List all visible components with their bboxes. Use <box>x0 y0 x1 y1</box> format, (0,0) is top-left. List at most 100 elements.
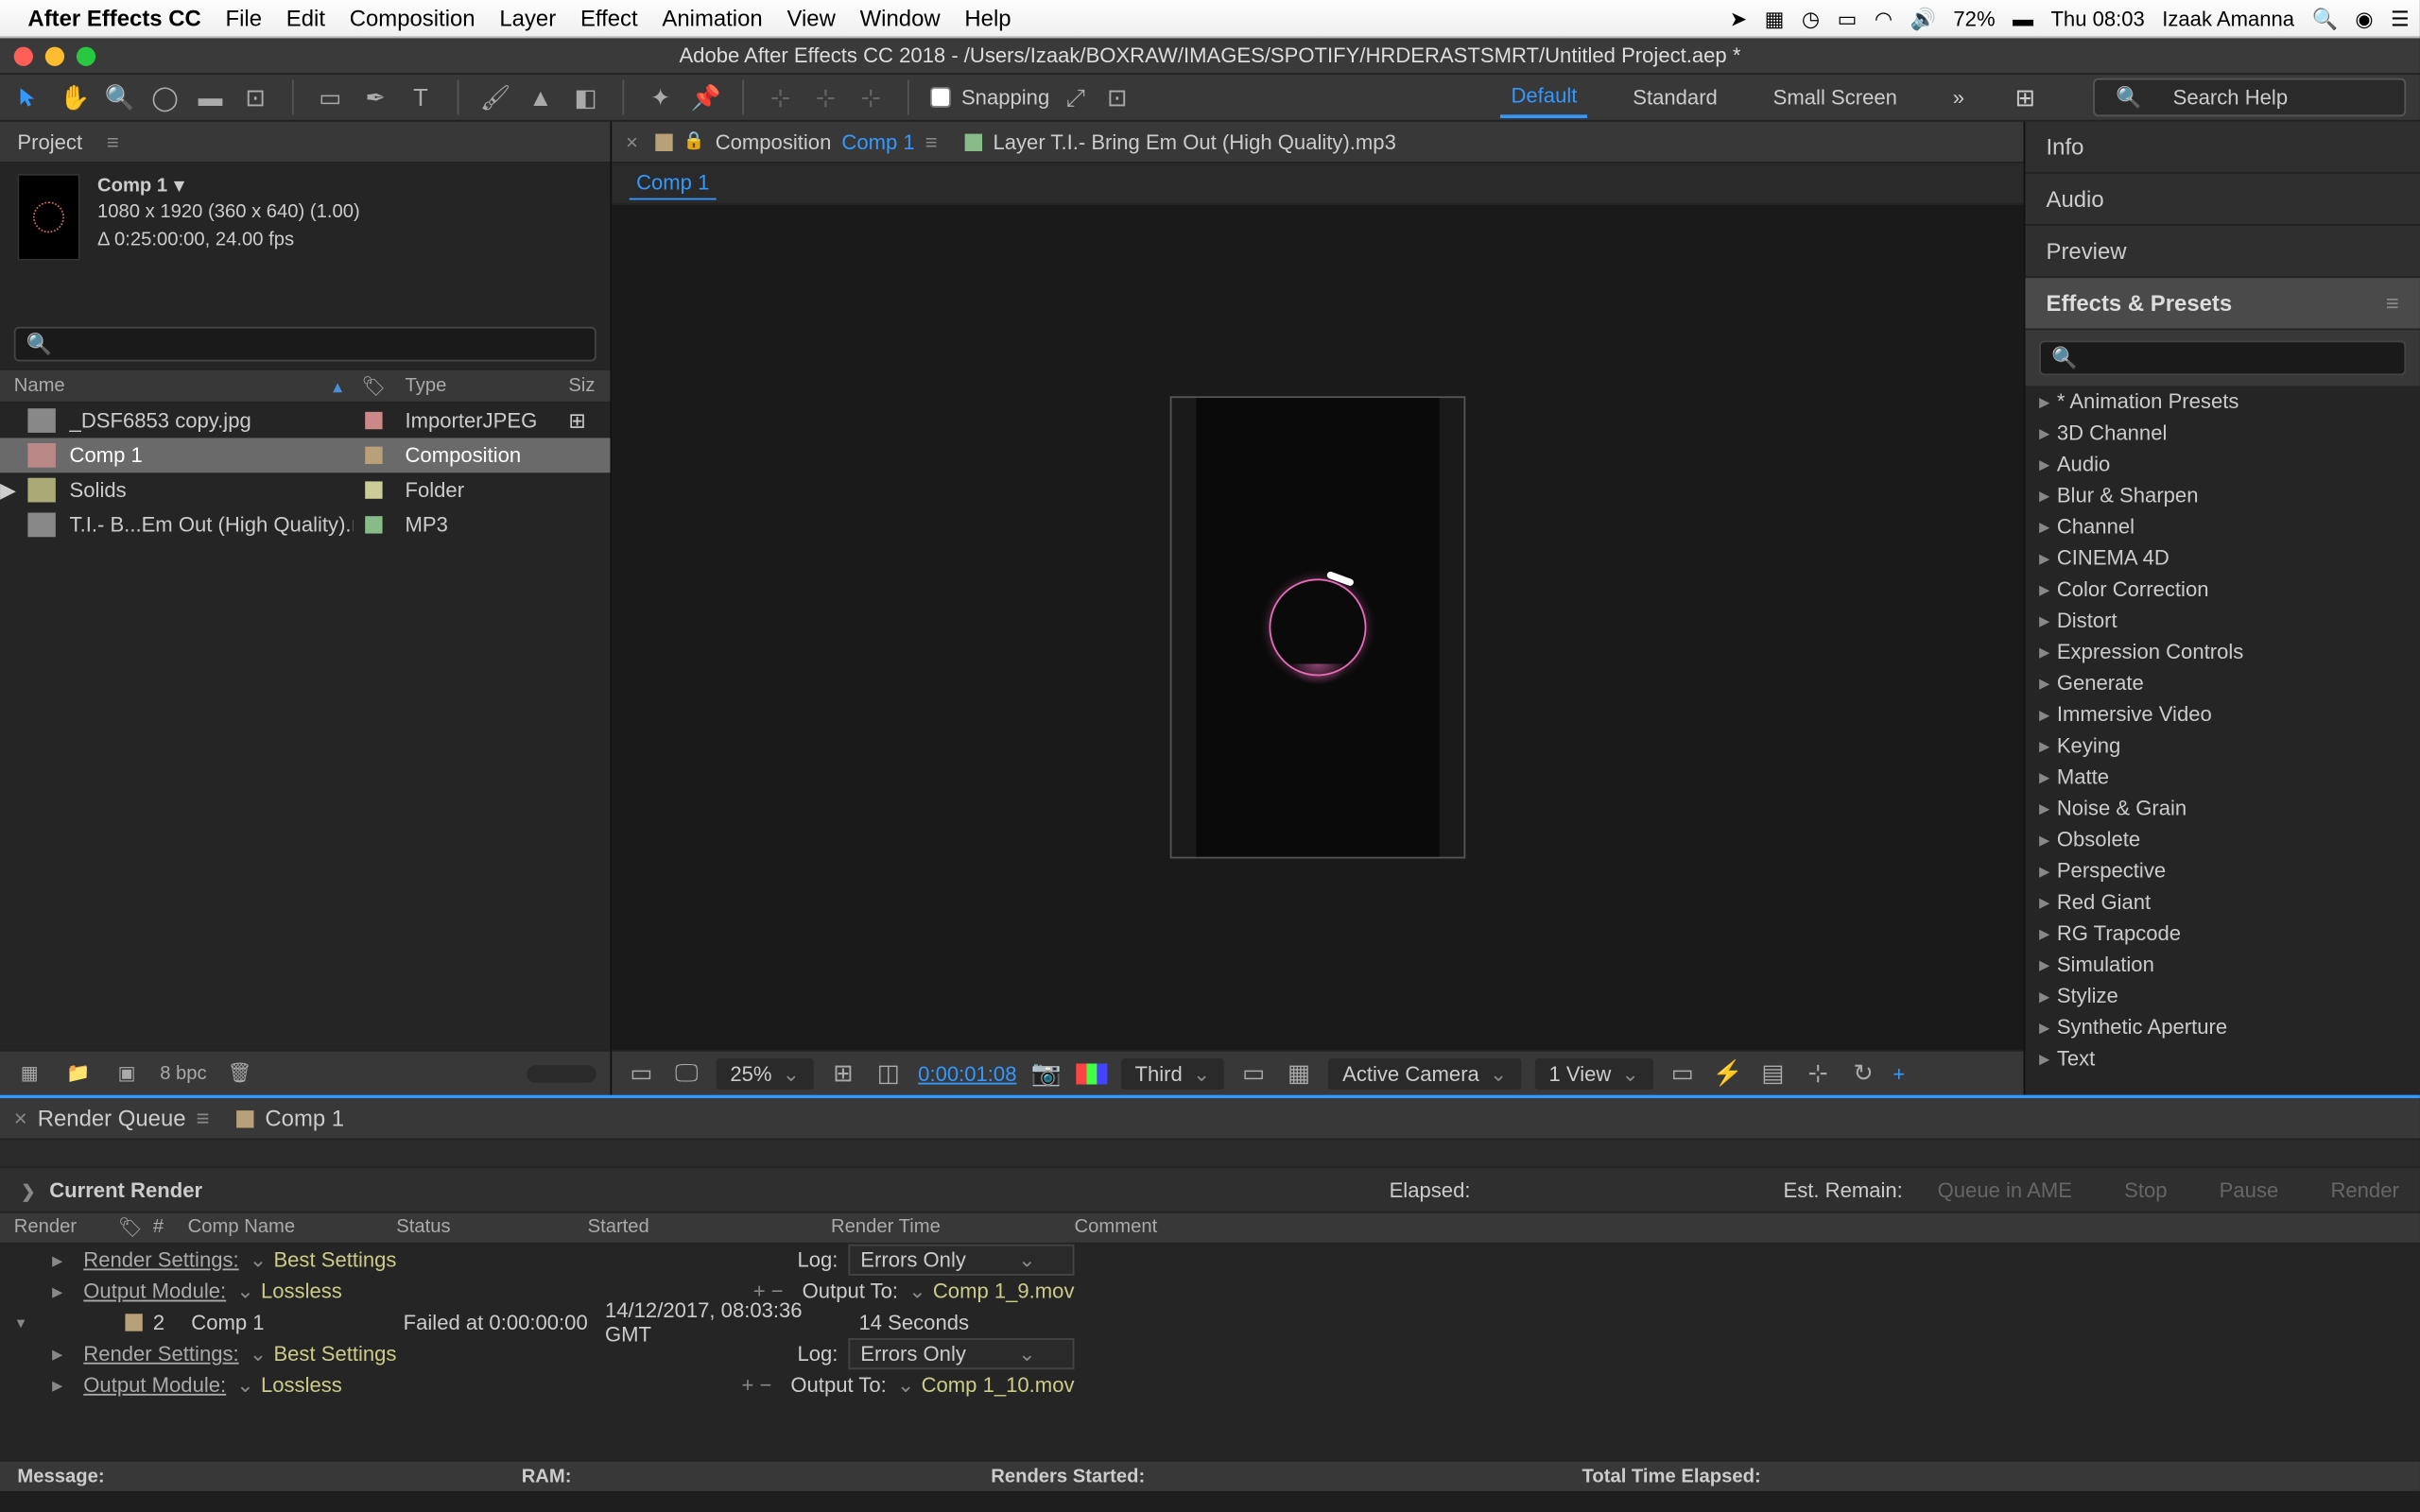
effect-category[interactable]: Stylize <box>2025 980 2419 1011</box>
effect-category[interactable]: Perspective <box>2025 855 2419 886</box>
flowchart-icon[interactable]: ⊹ <box>1803 1057 1834 1089</box>
menu-layer[interactable]: Layer <box>499 6 556 32</box>
channel-icon[interactable] <box>1076 1063 1107 1084</box>
menu-window[interactable]: Window <box>860 6 941 32</box>
menu-edit[interactable]: Edit <box>286 6 325 32</box>
wifi-icon[interactable]: ◠ <box>1875 6 1893 30</box>
audio-panel-header[interactable]: Audio <box>2025 174 2419 226</box>
composition-tab[interactable]: × 🔒 Composition Comp 1 ≡ <box>626 129 938 154</box>
roto-tool-icon[interactable]: ✦ <box>645 81 676 112</box>
composition-viewer[interactable] <box>612 205 2023 1050</box>
type-tool-icon[interactable]: T <box>405 81 436 112</box>
effect-category[interactable]: Generate <box>2025 667 2419 698</box>
close-tab-icon[interactable]: × <box>14 1106 27 1132</box>
bpc-indicator[interactable]: 8 bpc <box>160 1063 207 1084</box>
effect-category[interactable]: Channel <box>2025 511 2419 542</box>
menu-effect[interactable]: Effect <box>580 6 638 32</box>
comp-dropdown-icon[interactable]: ▾ <box>175 174 184 200</box>
menu-help[interactable]: Help <box>964 6 1011 32</box>
col-size[interactable]: Siz <box>568 370 610 402</box>
workspace-default[interactable]: Default <box>1500 77 1587 118</box>
comp-thumbnail[interactable] <box>17 174 79 261</box>
user-name[interactable]: Izaak Amanna <box>2162 6 2294 30</box>
effect-category[interactable]: Audio <box>2025 448 2419 479</box>
fast-previews-icon[interactable]: ⚡ <box>1712 1057 1743 1089</box>
col-type[interactable]: Type <box>394 370 568 402</box>
effect-category[interactable]: Color Correction <box>2025 574 2419 605</box>
camera-dropdown[interactable]: Active Camera <box>1328 1057 1521 1089</box>
timeline-icon[interactable]: ▤ <box>1757 1057 1789 1089</box>
view-layout-dropdown[interactable]: 1 View <box>1535 1057 1653 1089</box>
output-module-link[interactable]: Output Module: <box>83 1280 226 1304</box>
effect-category[interactable]: Distort <box>2025 605 2419 636</box>
layer-tab[interactable]: Layer T.I.- Bring Em Out (High Quality).… <box>965 129 1396 154</box>
stop-button[interactable]: Stop <box>2124 1177 2167 1202</box>
search-help-input[interactable]: 🔍 Search Help <box>2093 78 2406 116</box>
tab-menu-icon[interactable]: ≡ <box>925 129 938 154</box>
pan-behind-tool-icon[interactable]: ⊡ <box>240 81 271 112</box>
effect-category[interactable]: Expression Controls <box>2025 636 2419 667</box>
sync-settings-icon[interactable]: ⊞ <box>2010 81 2041 112</box>
effects-presets-header[interactable]: Effects & Presets ≡ <box>2025 278 2419 330</box>
expand-icon[interactable]: ▶ <box>52 1346 73 1362</box>
snap-box-icon[interactable]: ⊡ <box>1101 81 1132 112</box>
transparency-grid-icon[interactable]: ▦ <box>1284 1057 1315 1089</box>
effect-category[interactable]: * Animation Presets <box>2025 386 2419 417</box>
clock-text[interactable]: Thu 08:03 <box>2050 6 2144 30</box>
clock-icon[interactable]: ◷ <box>1802 6 1820 30</box>
puppet-tool-icon[interactable]: 📌 <box>690 81 721 112</box>
interpret-footage-icon[interactable]: ▦ <box>14 1062 45 1085</box>
add-output-icon[interactable]: + − <box>742 1373 772 1398</box>
render-queue-tab[interactable]: × Render Queue ≡ <box>14 1106 210 1132</box>
hand-tool-icon[interactable]: ✋ <box>60 81 91 112</box>
project-item-row[interactable]: _DSF6853 copy.jpg ImporterJPEG ⊞ <box>0 404 610 438</box>
effect-category[interactable]: RG Trapcode <box>2025 918 2419 949</box>
col-name[interactable]: Name <box>0 370 353 402</box>
label-color[interactable] <box>365 412 382 429</box>
expand-icon[interactable]: ▶ <box>52 1252 73 1268</box>
eraser-tool-icon[interactable]: ◧ <box>570 81 601 112</box>
effect-category[interactable]: Obsolete <box>2025 824 2419 855</box>
menu-file[interactable]: File <box>225 6 262 32</box>
snapshot-icon[interactable]: 📷 <box>1030 1057 1062 1089</box>
expand-icon[interactable]: ▶ <box>52 1283 73 1299</box>
close-tab-icon[interactable]: × <box>626 129 638 154</box>
volume-icon[interactable]: 🔊 <box>1910 6 1936 30</box>
zoom-tool-icon[interactable]: 🔍 <box>104 81 135 112</box>
output-module-link[interactable]: Output Module: <box>83 1373 226 1398</box>
effects-categories-list[interactable]: * Animation Presets 3D Channel Audio Blu… <box>2025 386 2419 1094</box>
project-search-input[interactable]: 🔍 <box>14 327 596 362</box>
tab-menu-icon[interactable]: ≡ <box>197 1106 210 1132</box>
project-scrollbar[interactable] <box>527 1064 596 1081</box>
effects-search-input[interactable]: 🔍 <box>2039 340 2406 375</box>
project-item-row[interactable]: T.I.- B...Em Out (High Quality).mp3 MP3 <box>0 507 610 542</box>
effect-category[interactable]: 3D Channel <box>2025 417 2419 448</box>
title-safe-icon[interactable]: ⊞ <box>828 1057 859 1089</box>
app-name[interactable]: After Effects CC <box>27 6 200 32</box>
orbit-tool-icon[interactable]: ◯ <box>149 81 181 112</box>
render-settings-link[interactable]: Render Settings: <box>83 1247 238 1272</box>
effect-category[interactable]: Text <box>2025 1042 2419 1074</box>
siri-icon[interactable]: ◉ <box>2355 6 2373 30</box>
effects-menu-icon[interactable]: ≡ <box>2386 290 2399 317</box>
zoom-dropdown[interactable]: 25% <box>717 1057 814 1089</box>
reset-exposure-icon[interactable]: ↻ <box>1848 1057 1879 1089</box>
comp-name[interactable]: Comp 1 <box>97 174 167 200</box>
delete-icon[interactable]: 🗑 <box>224 1062 255 1085</box>
queue-in-ame-button[interactable]: Queue in AME <box>1938 1177 2072 1202</box>
info-panel-header[interactable]: Info <box>2025 122 2419 174</box>
menubar-app-icon[interactable]: ▦ <box>1765 6 1785 30</box>
always-preview-icon[interactable]: ▭ <box>626 1057 657 1089</box>
label-color[interactable] <box>365 447 382 464</box>
airplay-icon[interactable]: ▭ <box>1838 6 1858 30</box>
effect-category[interactable]: Synthetic Aperture <box>2025 1011 2419 1042</box>
log-dropdown[interactable]: Errors Only <box>848 1245 1074 1276</box>
location-icon[interactable]: ➤ <box>1730 6 1748 30</box>
new-folder-icon[interactable]: 📁 <box>62 1062 94 1085</box>
preview-panel-header[interactable]: Preview <box>2025 226 2419 278</box>
effect-category[interactable]: Noise & Grain <box>2025 793 2419 824</box>
roi-icon[interactable]: ▭ <box>1238 1057 1270 1089</box>
effect-category[interactable]: Blur & Sharpen <box>2025 480 2419 511</box>
render-button[interactable]: Render <box>2330 1177 2398 1202</box>
new-comp-icon[interactable]: ▣ <box>112 1062 143 1085</box>
